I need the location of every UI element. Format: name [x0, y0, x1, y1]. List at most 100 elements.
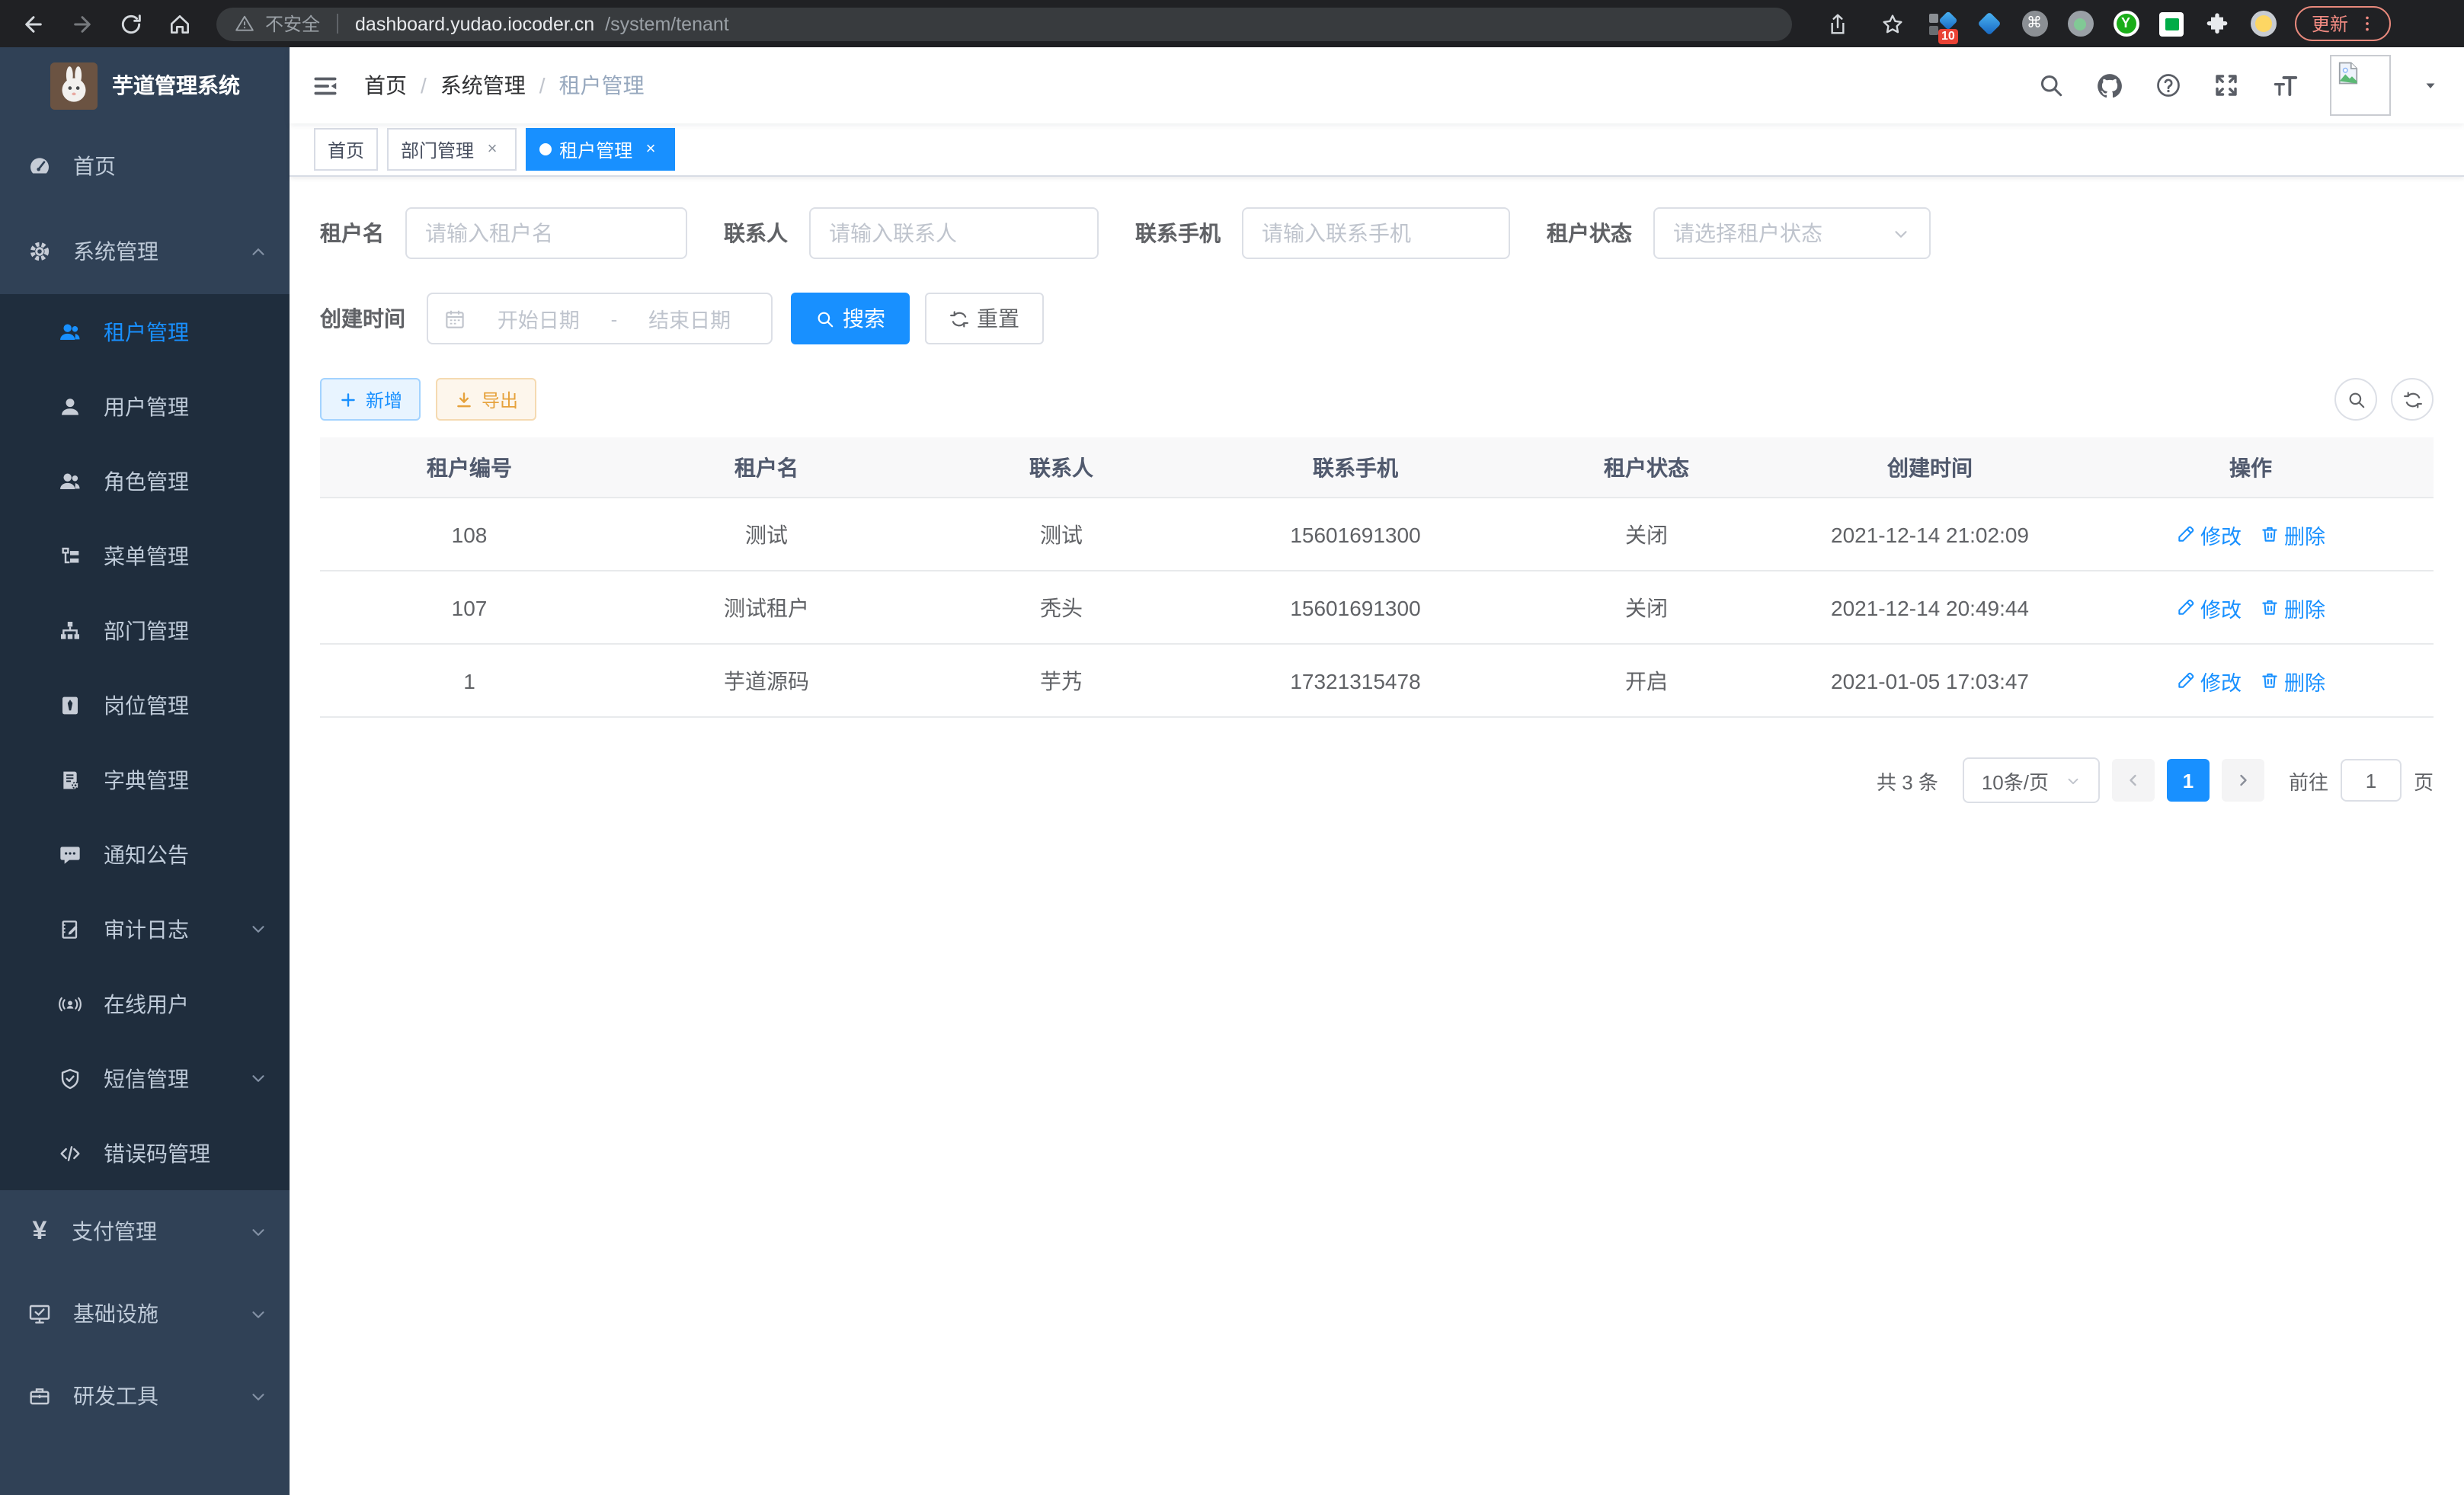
sidebar-item-dev-tools[interactable]: 研发工具 — [0, 1355, 290, 1437]
close-icon[interactable]: × — [482, 139, 503, 160]
sidebar-item-post-management[interactable]: 岗位管理 — [0, 667, 290, 742]
pagination: 共 3 条 10条/页 1 前往 页 — [320, 757, 2434, 803]
browser-reload-button[interactable] — [113, 5, 149, 42]
refresh-icon — [2402, 389, 2422, 409]
audit-log-icon — [58, 917, 82, 941]
tag-dept-management[interactable]: 部门管理 × — [387, 128, 517, 171]
next-page-button[interactable] — [2222, 759, 2264, 802]
edit-link[interactable]: 修改 — [2176, 592, 2242, 623]
sidebar-item-user-management[interactable]: 用户管理 — [0, 369, 290, 443]
extensions-puzzle-icon[interactable] — [2203, 10, 2231, 37]
goto-page-input[interactable] — [2341, 759, 2402, 802]
system-management-submenu: 租户管理 用户管理 角色管理 菜单管理 — [0, 294, 290, 1190]
sidebar-item-online-users[interactable]: 在线用户 — [0, 966, 290, 1041]
edit-link[interactable]: 修改 — [2176, 665, 2242, 696]
page-number-button[interactable]: 1 — [2167, 759, 2210, 802]
top-navbar: 首页 / 系统管理 / 租户管理 — [290, 47, 2464, 123]
bookmark-star-icon[interactable] — [1874, 5, 1911, 42]
sidebar-item-tenant-management[interactable]: 租户管理 — [0, 294, 290, 369]
search-icon — [2346, 389, 2366, 409]
avatar[interactable] — [2330, 55, 2391, 116]
url-path: /system/tenant — [605, 13, 729, 34]
url-host: dashboard.yudao.iocoder.cn — [355, 13, 594, 34]
reset-button[interactable]: 重置 — [925, 293, 1044, 344]
logo-image — [50, 62, 97, 109]
fullscreen-icon[interactable] — [2213, 72, 2240, 99]
tag-tenant-management[interactable]: 租户管理 × — [526, 128, 675, 171]
font-size-icon[interactable] — [2270, 71, 2299, 100]
sidebar-item-dept-management[interactable]: 部门管理 — [0, 593, 290, 667]
refresh-table-button[interactable] — [2391, 378, 2434, 421]
sidebar-item-payment-management[interactable]: ¥ 支付管理 — [0, 1190, 290, 1273]
extension-icon-gray-green[interactable] — [2066, 10, 2094, 37]
sidebar-item-error-code-management[interactable]: 错误码管理 — [0, 1116, 290, 1190]
sidebar-item-notice[interactable]: 通知公告 — [0, 817, 290, 892]
dashboard-icon — [27, 154, 52, 178]
search-button[interactable]: 搜索 — [791, 293, 910, 344]
sidebar-item-sms-management[interactable]: 短信管理 — [0, 1041, 290, 1116]
cell-created: 2021-12-14 21:02:09 — [1790, 498, 2069, 570]
prev-page-button[interactable] — [2112, 759, 2155, 802]
not-secure-label: 不安全 — [265, 11, 320, 37]
sidebar-item-audit-log[interactable]: 审计日志 — [0, 892, 290, 966]
user-menu-caret-icon[interactable] — [2421, 76, 2440, 94]
online-user-signal-icon — [58, 991, 82, 1016]
filter-tenant-name: 租户名 — [320, 207, 687, 259]
contact-input[interactable] — [809, 207, 1099, 259]
sidebar-item-system-management[interactable]: 系统管理 — [0, 209, 290, 294]
date-start-placeholder: 开始日期 — [472, 303, 605, 334]
add-button[interactable]: 新增 — [320, 378, 421, 421]
extension-icon-kite[interactable] — [1975, 10, 2002, 37]
close-icon[interactable]: × — [640, 139, 661, 160]
cell-created: 2021-12-14 20:49:44 — [1790, 571, 2069, 643]
browser-actions: 10 ⌘ Y 更新 — [1819, 5, 2391, 42]
breadcrumb-system[interactable]: 系统管理 — [440, 70, 526, 101]
browser-update-button[interactable]: 更新 — [2295, 6, 2391, 41]
address-bar[interactable]: 不安全 dashboard.yudao.iocoder.cn/system/te… — [216, 7, 1792, 40]
date-range-picker[interactable]: 开始日期 - 结束日期 — [427, 293, 773, 344]
header-search-icon[interactable] — [2037, 72, 2065, 99]
tenant-users-icon — [58, 319, 82, 344]
export-button[interactable]: 导出 — [436, 378, 536, 421]
toggle-search-button[interactable] — [2334, 378, 2377, 421]
extension-icon-emoji[interactable] — [2249, 10, 2277, 37]
extension-icon-chat[interactable] — [2158, 10, 2185, 37]
status-select[interactable]: 请选择租户状态 — [1653, 207, 1931, 259]
sidebar-item-home[interactable]: 首页 — [0, 123, 290, 209]
breadcrumb-home[interactable]: 首页 — [364, 70, 407, 101]
delete-link[interactable]: 删除 — [2260, 665, 2325, 696]
sidebar-item-infrastructure[interactable]: 基础设施 — [0, 1273, 290, 1355]
filter-mobile: 联系手机 — [1135, 207, 1510, 259]
help-icon[interactable] — [2155, 72, 2182, 99]
tenant-name-input[interactable] — [405, 207, 687, 259]
edit-link[interactable]: 修改 — [2176, 519, 2242, 549]
dictionary-book-icon — [58, 767, 82, 792]
refresh-icon — [949, 309, 969, 328]
toolbox-icon — [27, 1384, 52, 1408]
app-logo[interactable]: 芋道管理系统 — [0, 47, 290, 123]
github-icon[interactable] — [2095, 71, 2124, 100]
sidebar-item-menu-management[interactable]: 菜单管理 — [0, 518, 290, 593]
delete-link[interactable]: 删除 — [2260, 519, 2325, 549]
browser-home-button[interactable] — [162, 5, 198, 42]
screenshot-root: 不安全 dashboard.yudao.iocoder.cn/system/te… — [0, 0, 2464, 1495]
delete-link[interactable]: 删除 — [2260, 592, 2325, 623]
yen-icon: ¥ — [27, 1216, 52, 1247]
tag-home[interactable]: 首页 — [314, 128, 378, 171]
browser-back-button[interactable] — [15, 5, 52, 42]
extension-icon-command[interactable]: ⌘ — [2021, 10, 2048, 37]
shield-check-icon — [58, 1066, 82, 1090]
sidebar-item-dict-management[interactable]: 字典管理 — [0, 742, 290, 817]
sidebar-collapse-icon[interactable] — [311, 71, 340, 100]
mobile-input[interactable] — [1242, 207, 1510, 259]
extension-icon-tabs[interactable]: 10 — [1929, 10, 1957, 37]
plus-icon — [338, 389, 358, 409]
page-size-select[interactable]: 10条/页 — [1963, 757, 2100, 803]
extension-icon-y-green[interactable]: Y — [2112, 10, 2139, 37]
cell-status: 关闭 — [1502, 571, 1790, 643]
chevron-down-icon — [248, 1068, 268, 1088]
chevron-down-icon — [248, 1221, 268, 1241]
sidebar-item-role-management[interactable]: 角色管理 — [0, 443, 290, 518]
browser-forward-button[interactable] — [64, 5, 101, 42]
share-icon[interactable] — [1819, 5, 1856, 42]
